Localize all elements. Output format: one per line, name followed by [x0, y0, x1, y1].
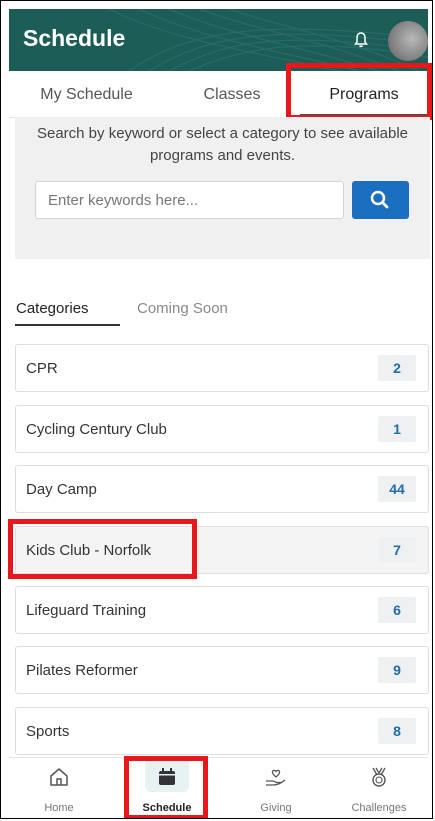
- category-item[interactable]: CPR 2: [15, 344, 429, 392]
- nav-label: Home: [44, 802, 74, 814]
- tab-my-schedule[interactable]: My Schedule: [9, 73, 164, 117]
- category-item[interactable]: Day Camp 44: [15, 465, 429, 513]
- category-name: Lifeguard Training: [26, 602, 147, 619]
- category-count-badge: 9: [378, 657, 416, 683]
- highlight-schedule-nav: [124, 756, 208, 818]
- highlight-kids-club: [8, 519, 197, 579]
- avatar[interactable]: [388, 21, 428, 61]
- bottom-nav: Home Schedule Giving Challenges: [9, 757, 428, 818]
- category-count-badge: 1: [378, 416, 416, 442]
- medal-icon: [372, 767, 386, 787]
- tab-classes[interactable]: Classes: [164, 73, 300, 117]
- category-count-badge: 44: [378, 476, 416, 502]
- search-button[interactable]: [352, 181, 409, 219]
- search-panel: Search by keyword or select a category t…: [15, 117, 430, 259]
- category-item[interactable]: Pilates Reformer 9: [15, 646, 429, 694]
- search-input[interactable]: [35, 181, 344, 219]
- nav-challenges[interactable]: Challenges: [329, 758, 429, 818]
- category-count-badge: 8: [378, 718, 416, 744]
- category-name: Pilates Reformer: [26, 662, 138, 679]
- bell-icon[interactable]: [353, 31, 369, 49]
- category-item[interactable]: Cycling Century Club 1: [15, 405, 429, 453]
- category-count-badge: 7: [378, 537, 416, 563]
- tab-categories[interactable]: Categories: [15, 291, 120, 326]
- category-count-badge: 6: [378, 597, 416, 623]
- app-header: Schedule: [9, 9, 428, 71]
- nav-giving[interactable]: Giving: [226, 758, 326, 818]
- nav-label: Challenges: [351, 802, 407, 814]
- category-item[interactable]: Sports 8: [15, 707, 429, 755]
- hand-heart-icon: [266, 769, 286, 786]
- category-tabs: Categories Coming Soon: [15, 291, 430, 327]
- category-item[interactable]: Lifeguard Training 6: [15, 586, 429, 634]
- category-name: CPR: [26, 360, 58, 377]
- phone-frame: Schedule My Schedule Classes Programs Se…: [0, 0, 433, 819]
- highlight-programs-tab: [286, 63, 432, 120]
- category-name: Day Camp: [26, 481, 97, 498]
- nav-label: Giving: [260, 802, 292, 814]
- category-name: Cycling Century Club: [26, 421, 167, 438]
- page-title: Schedule: [23, 25, 126, 51]
- search-icon: [370, 190, 389, 209]
- nav-home[interactable]: Home: [9, 758, 109, 818]
- search-hint: Search by keyword or select a category t…: [36, 125, 409, 164]
- tab-coming-soon[interactable]: Coming Soon: [137, 291, 247, 326]
- category-count-badge: 2: [378, 355, 416, 381]
- category-name: Sports: [26, 723, 70, 740]
- home-icon: [50, 768, 68, 786]
